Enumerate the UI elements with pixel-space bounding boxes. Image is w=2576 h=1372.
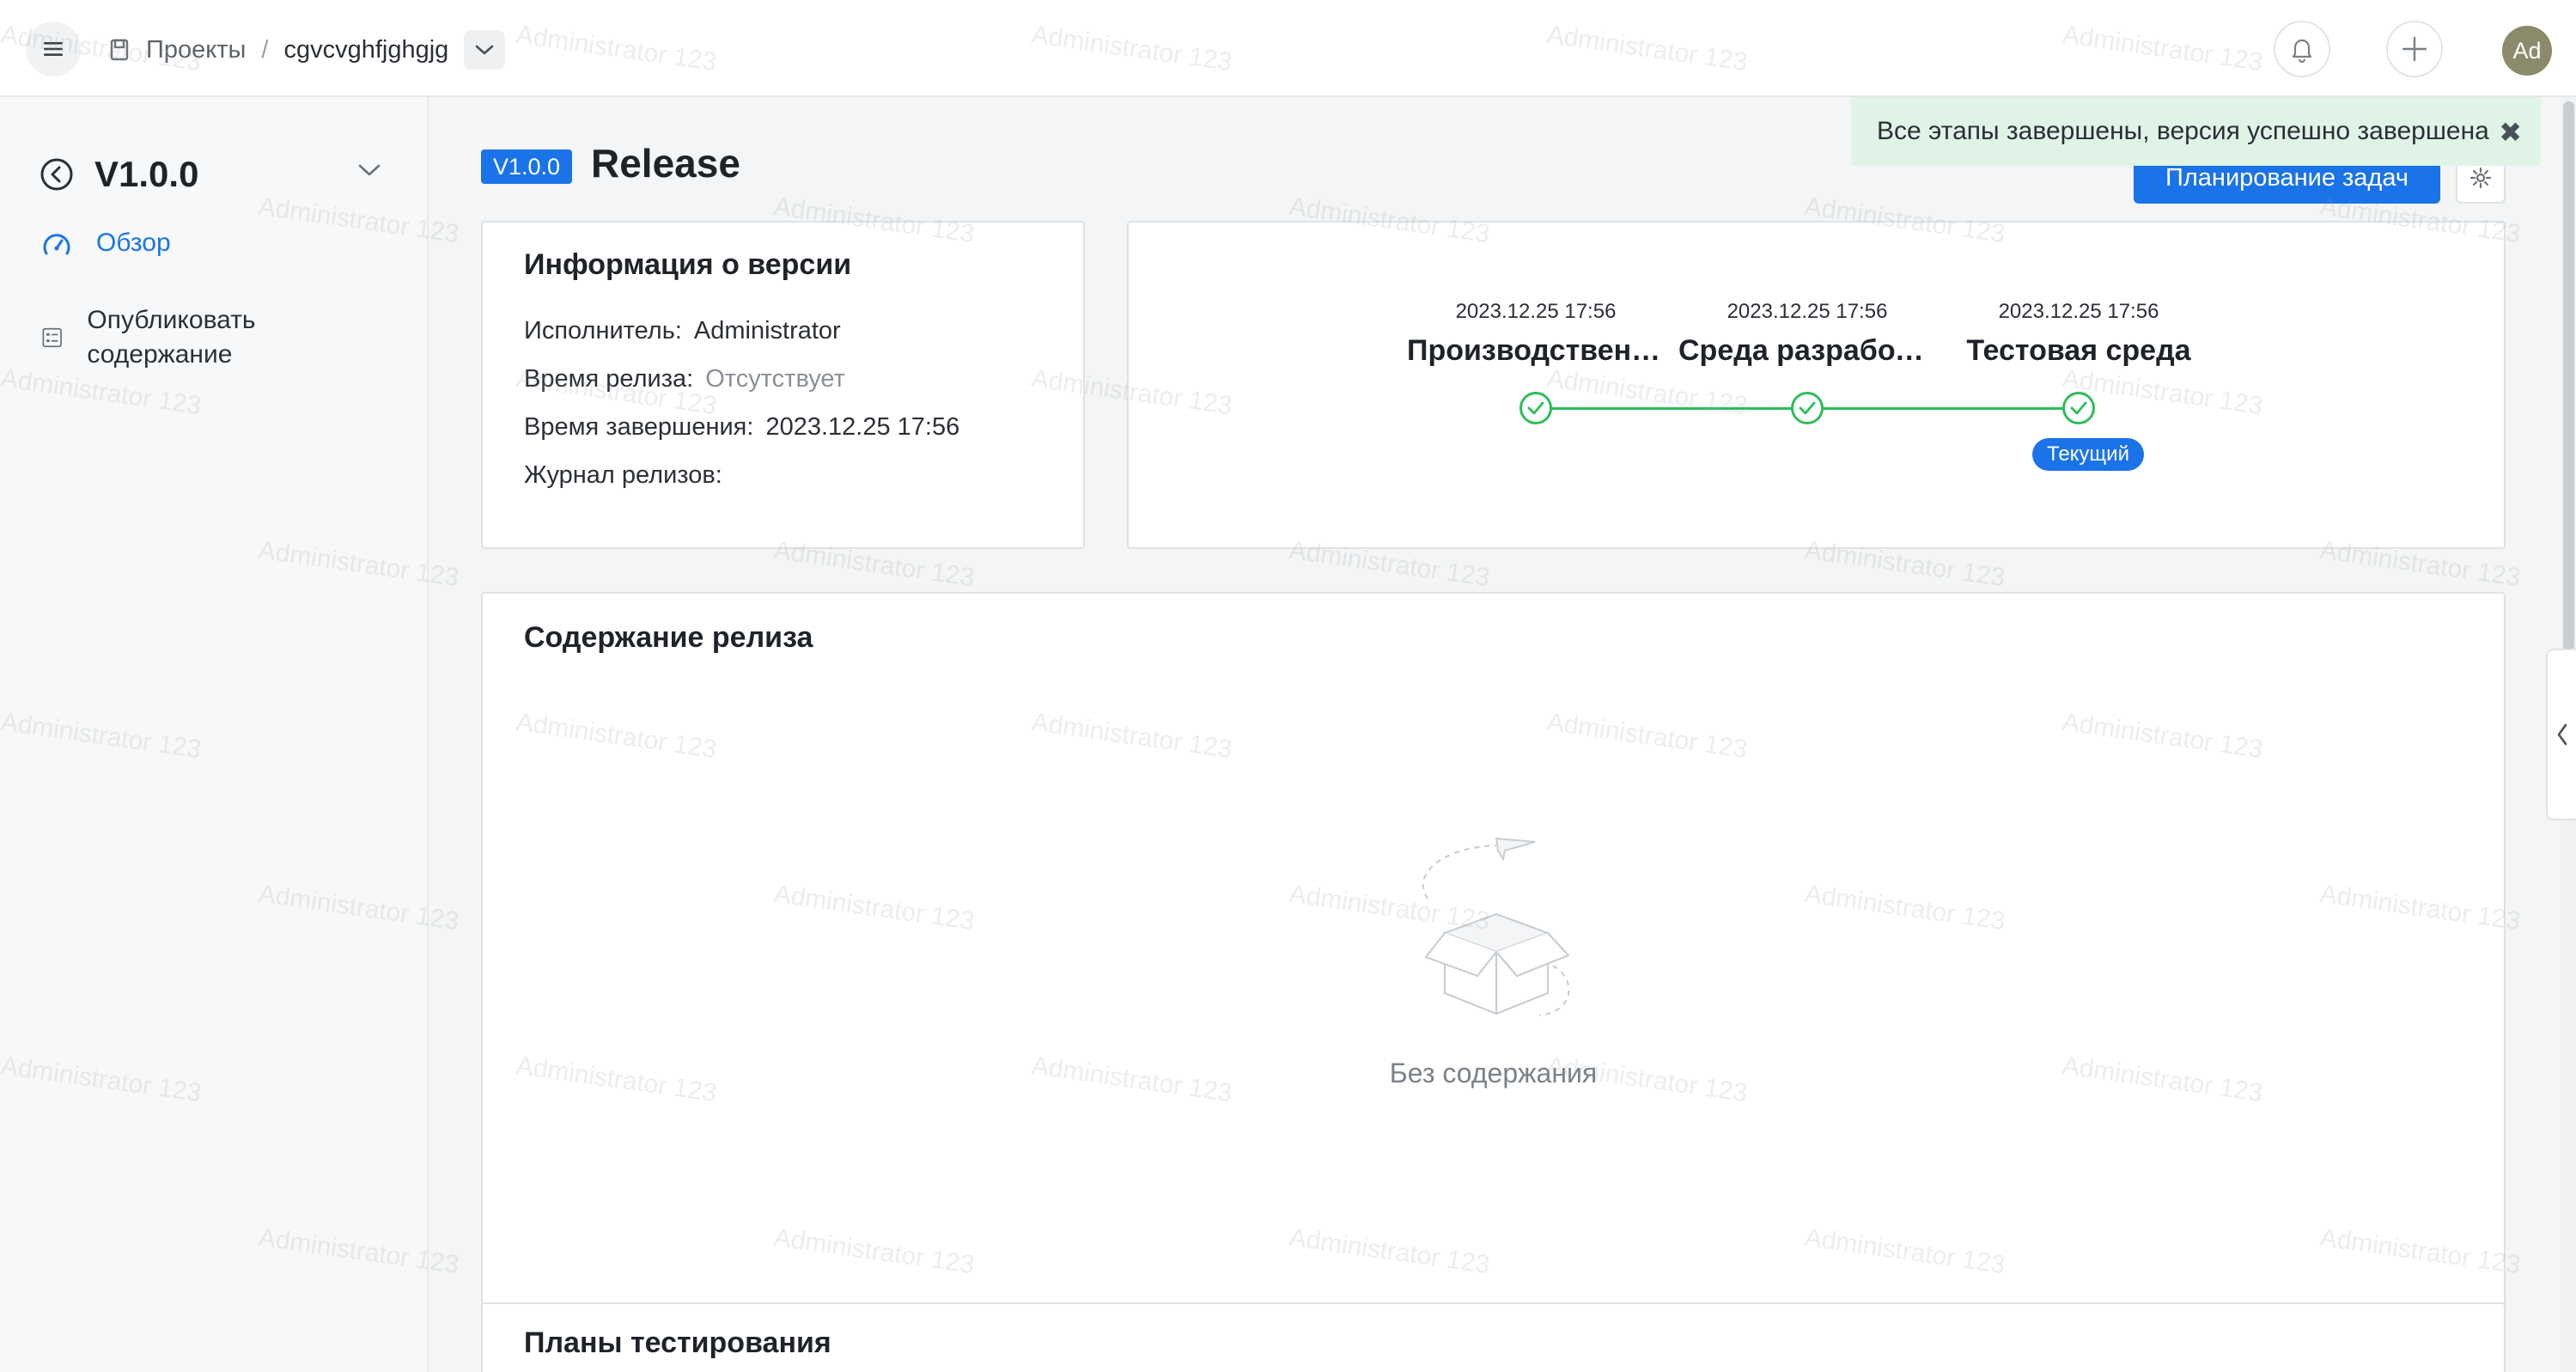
executor-row: Исполнитель: Administrator (524, 317, 841, 345)
release-time-row: Время релиза: Отсутствует (524, 365, 845, 393)
release-content-title: Содержание релиза (524, 621, 813, 654)
sidebar-item-label: Опубликовать содержание (87, 306, 256, 369)
chevron-down-icon[interactable] (356, 161, 383, 180)
stage-development[interactable]: 2023.12.25 17:56 Среда разработки (1678, 300, 1936, 368)
side-panel-toggle[interactable] (2546, 649, 2576, 820)
back-circle-icon[interactable] (40, 157, 74, 192)
release-log-row: Журнал релизов: (524, 461, 722, 490)
stages-card: 2023.12.25 17:56 Производственная среда … (1127, 221, 2506, 549)
release-time-label: Время релиза: (524, 365, 694, 393)
page-title: Release (591, 141, 740, 186)
check-icon (1799, 401, 1816, 415)
main-content: V1.0.0 Release Планирование задач Информ… (429, 97, 2576, 1372)
check-icon (2070, 401, 2087, 415)
stage-name: Среда разработки (1678, 334, 1936, 367)
version-badge: V1.0.0 (481, 149, 573, 184)
check-icon (1527, 401, 1544, 415)
user-avatar[interactable]: Ad (2502, 26, 2552, 76)
version-info-title: Информация о версии (524, 248, 852, 281)
notifications-button[interactable] (2274, 21, 2330, 77)
finish-time-row: Время завершения: 2023.12.25 17:56 (524, 413, 959, 442)
executor-label: Исполнитель: (524, 317, 682, 345)
stage-production[interactable]: 2023.12.25 17:56 Производственная среда (1407, 300, 1665, 368)
empty-state-text: Без содержания (1389, 1058, 1598, 1088)
project-switch-dropdown[interactable] (464, 30, 506, 70)
finish-time-label: Время завершения: (524, 413, 754, 441)
sidebar-item-publish-content[interactable]: Опубликовать содержание (40, 303, 323, 372)
breadcrumb-projects-link[interactable]: Проекты (146, 36, 246, 64)
create-button[interactable] (2386, 21, 2443, 77)
gear-icon (2469, 167, 2492, 189)
chevron-down-icon (475, 45, 494, 55)
release-log-label: Журнал релизов: (524, 461, 722, 489)
stage-name: Производственная среда (1407, 334, 1665, 367)
breadcrumb: Проекты / cgvcvghfjghgjg (108, 26, 506, 74)
current-stage-tag: Текущий (2032, 438, 2144, 471)
stage-done-indicator (2062, 392, 2095, 424)
release-time-value: Отсутствует (705, 365, 845, 393)
stage-done-indicator (1519, 392, 1552, 424)
gauge-icon (43, 234, 70, 255)
success-toast: Все этапы завершены, версия успешно заве… (1851, 97, 2541, 166)
stage-date: 2023.12.25 17:56 (1455, 300, 1617, 323)
sidebar-version-title: V1.0.0 (94, 154, 199, 194)
list-icon (42, 327, 62, 348)
sidebar: V1.0.0 Обзор Опубликовать содержание (0, 97, 429, 1372)
close-icon[interactable]: ✖ (2499, 116, 2522, 149)
stage-date: 2023.12.25 17:56 (1726, 300, 1888, 323)
breadcrumb-separator: / (261, 35, 269, 64)
scrollbar-thumb[interactable] (2563, 101, 2574, 651)
sidebar-item-label: Обзор (96, 229, 171, 257)
test-plans-title: Планы тестирования (524, 1326, 831, 1359)
menu-button[interactable] (26, 21, 81, 76)
stage-done-indicator (1791, 392, 1824, 424)
chevron-left-icon (2557, 723, 2567, 746)
plus-icon (2402, 36, 2427, 62)
bell-icon (2292, 39, 2312, 63)
stage-date: 2023.12.25 17:56 (1998, 300, 2159, 323)
toast-message: Все этапы завершены, версия успешно заве… (1877, 117, 2489, 145)
empty-box-illustration-icon (1422, 837, 1570, 1017)
menu-icon (44, 42, 63, 56)
sidebar-item-overview[interactable]: Обзор (40, 226, 171, 262)
stage-name: Тестовая среда (1966, 334, 2191, 367)
stage-test[interactable]: 2023.12.25 17:56 Тестовая среда (1950, 300, 2208, 368)
project-icon (110, 39, 129, 61)
release-content-card: Содержание релиза Без содержания (481, 592, 2506, 1359)
top-bar: Проекты / cgvcvghfjghgjg Ad (0, 0, 2576, 97)
finish-time-value: 2023.12.25 17:56 (765, 413, 960, 441)
version-info-card: Информация о версии Исполнитель: Administ… (481, 221, 1085, 549)
breadcrumb-project-name[interactable]: cgvcvghfjghgjg (283, 36, 448, 64)
executor-value: Administrator (693, 317, 841, 345)
test-plans-card: Планы тестирования (481, 1302, 2506, 1372)
version-switcher[interactable]: V1.0.0 (40, 140, 383, 209)
